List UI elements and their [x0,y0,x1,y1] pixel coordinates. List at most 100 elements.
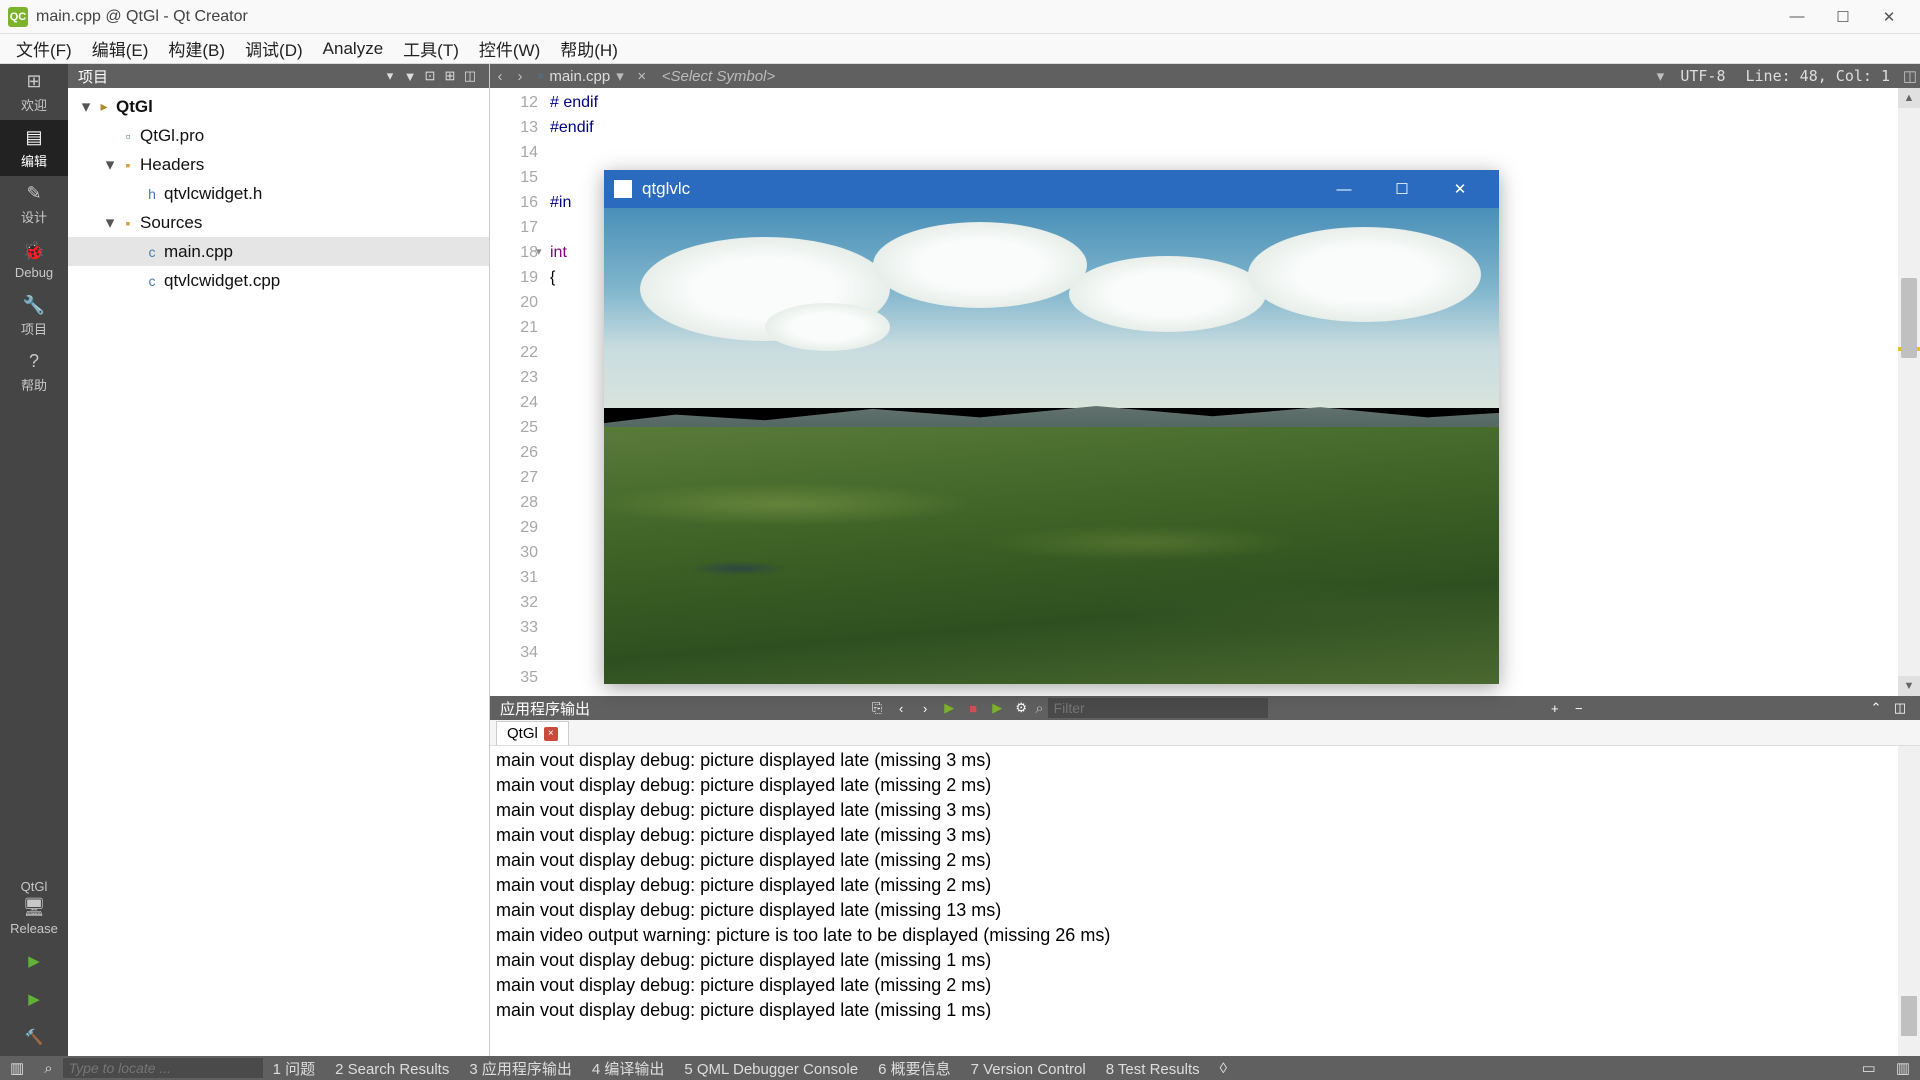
tree-item[interactable]: cmain.cpp [68,237,489,266]
close-document-button[interactable]: × [632,68,652,85]
open-file-selector[interactable]: ▫ main.cpp ▾ [530,67,632,85]
status-pane-button[interactable]: 8 Test Results [1096,1061,1210,1078]
project-tree[interactable]: ▾▸QtGl▫QtGl.pro▾▪Headershqtvlcwidget.h▾▪… [68,88,489,1056]
status-pane-button[interactable]: 3 应用程序输出 [459,1061,582,1078]
split-editor-button[interactable]: ◫ [1900,67,1920,85]
mode-label: Debug [15,265,53,280]
play-icon[interactable]: ▶ [939,700,959,716]
tree-item[interactable]: hqtvlcwidget.h [68,179,489,208]
build-button[interactable]: 🔨 [0,1018,68,1056]
expand-icon[interactable]: ▾ [102,155,118,175]
running-app-window[interactable]: ▫ qtglvlc — ☐ ✕ [604,170,1499,684]
dropdown-icon[interactable]: ▾ [1650,67,1670,85]
status-pane-button[interactable]: 4 编译输出 [582,1061,675,1078]
scroll-down-icon[interactable]: ▼ [1898,676,1920,696]
menu-item[interactable]: 构建(B) [158,33,235,64]
output-scrollbar[interactable] [1898,746,1920,1056]
add-icon[interactable]: ⊞ [441,68,459,84]
tree-item-label: qtvlcwidget.cpp [162,271,280,291]
mode-帮助[interactable]: ?帮助 [0,344,68,400]
editor-scrollbar[interactable]: ▲ ▼ [1898,88,1920,696]
link-icon[interactable]: ⊡ [421,68,439,84]
mode-sidebar: ⊞欢迎▤编辑✎设计🐞Debug🔧项目?帮助 QtGl 🖥 Release ▶ ▶… [0,64,68,1056]
progress-icon[interactable]: ▭ [1852,1059,1886,1077]
maximize-button[interactable]: ☐ [1820,0,1866,34]
status-pane-button[interactable]: 5 QML Debugger Console [674,1061,868,1078]
menu-item[interactable]: 调试(D) [235,33,313,64]
minimize-button[interactable]: — [1774,0,1820,34]
chevron-icon[interactable]: ◊ [1210,1060,1237,1077]
mode-设计[interactable]: ✎设计 [0,176,68,232]
close-button[interactable]: ✕ [1866,0,1912,34]
toggle-sidebar-button[interactable]: ▥ [0,1059,34,1077]
tree-item[interactable]: cqtvlcwidget.cpp [68,266,489,295]
next-icon[interactable]: › [915,701,935,716]
cursor-position-label[interactable]: Line: 48, Col: 1 [1736,67,1901,85]
locator-input[interactable] [63,1058,263,1078]
close-tab-icon[interactable]: × [544,727,558,741]
settings-icon[interactable]: ⚙ [1011,700,1031,716]
expand-icon[interactable]: ▾ [102,213,118,233]
kit-selector[interactable]: QtGl 🖥 Release [0,872,68,942]
rerun-icon[interactable]: ▶ [987,700,1007,716]
prev-icon[interactable]: ‹ [891,701,911,716]
app-maximize-button[interactable]: ☐ [1373,170,1431,208]
mode-欢迎[interactable]: ⊞欢迎 [0,64,68,120]
scrollbar-thumb[interactable] [1901,278,1917,358]
dropdown-icon[interactable]: ▾ [381,68,399,84]
file-icon: ▫ [538,68,543,85]
menubar: 文件(F)编辑(E)构建(B)调试(D)Analyze工具(T)控件(W)帮助(… [0,34,1920,64]
tree-item[interactable]: ▾▸QtGl [68,92,489,121]
search-icon: ⌕ [34,1060,62,1077]
stop-icon[interactable]: ■ [963,701,983,716]
mode-编辑[interactable]: ▤编辑 [0,120,68,176]
status-pane-button[interactable]: 1 问题 [263,1061,326,1078]
mode-icon: 🔧 [23,295,45,316]
nav-forward-button[interactable]: › [510,68,530,85]
menu-item[interactable]: 编辑(E) [82,33,159,64]
app-close-button[interactable]: ✕ [1431,170,1489,208]
project-panel: 项目 ▾ ▼ ⊡ ⊞ ◫ ▾▸QtGl▫QtGl.pro▾▪Headershqt… [68,64,490,1056]
app-minimize-button[interactable]: — [1315,170,1373,208]
scrollbar-thumb[interactable] [1901,996,1917,1036]
expand-icon[interactable]: ▾ [78,97,94,117]
toggle-right-sidebar-button[interactable]: ▥ [1886,1059,1920,1077]
status-pane-button[interactable]: 7 Version Control [961,1061,1096,1078]
menu-item[interactable]: 控件(W) [469,33,550,64]
mode-项目[interactable]: 🔧项目 [0,288,68,344]
debug-run-button[interactable]: ▶ [0,980,68,1018]
status-pane-button[interactable]: 6 概要信息 [868,1061,961,1078]
zoom-out-icon[interactable]: − [1569,701,1589,716]
project-panel-header: 项目 ▾ ▼ ⊡ ⊞ ◫ [68,64,489,88]
statusbar: ▥ ⌕ 1 问题2 Search Results3 应用程序输出4 编译输出5 … [0,1056,1920,1080]
app-window-titlebar[interactable]: ▫ qtglvlc — ☐ ✕ [604,170,1499,208]
chevron-down-icon: ▾ [616,67,624,85]
attach-icon[interactable]: ⎘ [867,700,887,716]
output-filter-input[interactable] [1048,698,1268,718]
nav-back-button[interactable]: ‹ [490,68,510,85]
video-frame [604,208,1499,684]
output-tab[interactable]: QtGl × [496,721,569,745]
symbol-selector[interactable]: <Select Symbol> [652,68,785,85]
split-icon[interactable]: ◫ [461,68,479,84]
filter-icon[interactable]: ▼ [401,69,419,84]
menu-item[interactable]: 工具(T) [393,33,469,64]
status-pane-button[interactable]: 2 Search Results [325,1061,459,1078]
zoom-in-icon[interactable]: + [1545,701,1565,716]
output-console[interactable]: main vout display debug: picture display… [490,746,1920,1056]
collapse-icon[interactable]: ⌃ [1866,700,1886,716]
run-button[interactable]: ▶ [0,942,68,980]
menu-item[interactable]: 文件(F) [6,33,82,64]
app-window-title: qtglvlc [642,179,690,199]
close-pane-icon[interactable]: ◫ [1890,700,1910,716]
scroll-up-icon[interactable]: ▲ [1898,88,1920,108]
tree-item[interactable]: ▾▪Headers [68,150,489,179]
mode-Debug[interactable]: 🐞Debug [0,232,68,288]
file-icon: c [142,273,162,289]
menu-item[interactable]: Analyze [313,36,393,62]
menu-item[interactable]: 帮助(H) [550,33,628,64]
output-line: main vout display debug: picture display… [496,873,1914,898]
tree-item[interactable]: ▾▪Sources [68,208,489,237]
encoding-label[interactable]: UTF-8 [1670,67,1735,85]
tree-item[interactable]: ▫QtGl.pro [68,121,489,150]
